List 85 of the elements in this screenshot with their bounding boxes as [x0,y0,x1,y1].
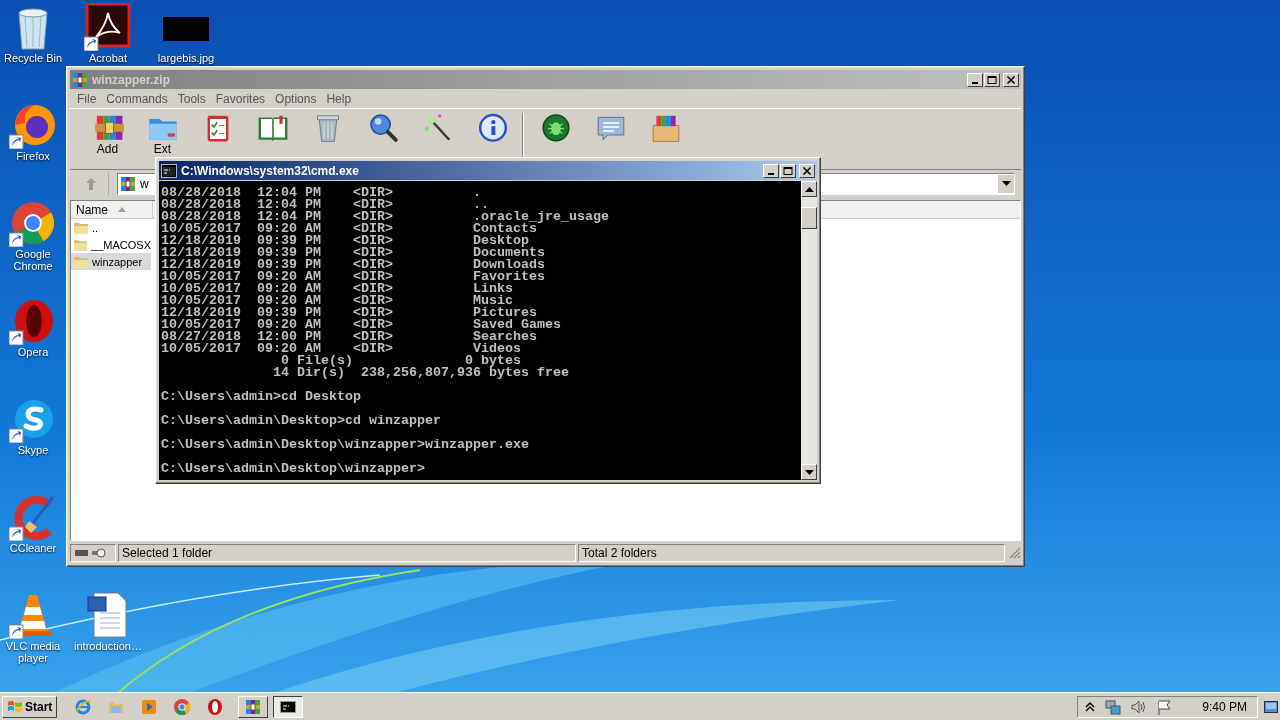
maximize-icon [782,165,794,176]
window-title: C:\Windows\system32\cmd.exe [181,163,360,178]
maximize-icon [986,74,998,85]
dropdown-arrow-icon [1001,181,1011,187]
desktop-shortcut[interactable]: largebis.jpg [150,3,222,64]
desktop-shortcut[interactable]: CCleaner [1,493,65,554]
console-line: 08/27/2018 12:00 PM <DIR> Searches [161,331,538,343]
window-title: winzapper.zip [92,72,171,87]
console-line: 08/28/2018 12:04 PM <DIR> . [161,187,482,199]
console-line: 10/05/2017 09:20 AM <DIR> Favorites [161,271,546,283]
desktop-shortcut[interactable]: Google Chrome [1,199,65,272]
scroll-up-icon [804,186,814,192]
console-line: 12/18/2019 09:39 PM <DIR> Pictures [161,307,537,319]
quick-launch-button[interactable] [173,697,192,716]
console-line: 10/05/2017 09:20 AM <DIR> Links [161,283,514,295]
close-button[interactable] [799,163,815,178]
console-line: C:\Users\admin\Desktop\winzapper>winzapper.exe [161,439,530,451]
file-row[interactable]: __MACOSX [71,236,151,253]
toolbar-button[interactable]: Ext [135,111,190,155]
minimize-icon [972,81,978,84]
console-line: 12/18/2019 09:39 PM <DIR> Downloads [161,259,546,271]
up-arrow-icon [84,177,98,191]
menu-item[interactable]: Help [321,91,357,106]
column-header[interactable]: Name [71,201,153,218]
console-icon [280,698,297,715]
quick-launch-button[interactable] [206,697,225,716]
opera-icon [206,697,225,716]
desktop-shortcut[interactable]: Opera [1,297,65,358]
network-icon [1104,698,1123,715]
start-button[interactable]: Start [2,695,58,718]
status-text: Selected 1 folder [118,544,576,562]
bug-icon [539,111,572,143]
console-line: C:\Users\admin\Desktop>cd winzapper [161,415,442,427]
console-line: 10/05/2017 09:20 AM <DIR> Saved Games [161,319,562,331]
desktop-shortcut[interactable]: Firefox [1,101,65,162]
console-line: 08/28/2018 12:04 PM <DIR> .. [161,199,489,211]
media-player-icon [140,697,159,716]
console-line: 10/05/2017 09:20 AM <DIR> Music [161,295,513,307]
status-text: Total 2 folders [578,544,1005,562]
scroll-thumb[interactable] [801,207,817,229]
resize-grip-icon [1009,547,1021,559]
desktop-shortcut[interactable]: Acrobat [72,3,144,64]
desktop-icon [1264,700,1278,713]
scroll-down-icon [804,469,814,475]
console-line: C:\Users\admin>cd Desktop [161,391,362,403]
maximize-button[interactable] [780,163,796,178]
console-line: C:\Users\admin\Desktop\winzapper> [161,463,426,475]
show-desktop-button[interactable] [1264,700,1278,713]
menu-item[interactable]: Tools [172,91,211,106]
info-icon [476,111,509,143]
minimize-icon [768,172,774,175]
console-line: 10/05/2017 09:20 AM <DIR> Videos [161,343,522,355]
close-icon [801,165,813,176]
console-line: 08/28/2018 12:04 PM <DIR> .oracle_jre_usage [161,211,610,223]
console-line: 12/18/2019 09:39 PM <DIR> Documents [161,247,546,259]
drive-icons [74,547,106,559]
close-button[interactable] [1003,72,1019,87]
console-line: 0 File(s) 0 bytes [280,355,521,367]
menu-item[interactable]: Commands [101,91,173,106]
desktop-shortcut[interactable]: Recycle Bin [1,3,65,64]
archive-icon [120,176,136,192]
scrollbar[interactable] [801,181,817,480]
quick-launch-button[interactable] [140,697,159,716]
menu-item[interactable]: Options [270,91,322,106]
taskbar-button[interactable] [273,695,304,718]
windows-logo-icon [7,699,23,714]
browser-e-icon [74,697,93,716]
maximize-button[interactable] [984,72,1000,87]
toolbar-button[interactable]: Add [80,111,135,155]
console-line: 14 Dir(s) 238,256,807,936 bytes free [271,367,570,379]
file-row[interactable]: .. [71,219,151,236]
minimize-button[interactable] [967,72,983,87]
chrome-icon [173,697,192,716]
console-line: 12/18/2019 09:39 PM <DIR> Desktop [161,235,529,247]
console-line: 10/05/2017 09:20 AM <DIR> Contacts [161,223,537,235]
menu-item[interactable]: File [72,91,102,106]
desktop-shortcut[interactable]: Skype [1,395,65,456]
clock[interactable]: 9:40 PM [1202,699,1247,714]
archive-icon [72,71,88,88]
menu-item[interactable]: Favorites [210,91,271,106]
archive-icon [245,698,262,715]
minimize-button[interactable] [763,163,779,178]
close-icon [1005,74,1017,85]
file-row[interactable]: winzapper [71,253,151,270]
console-icon [161,163,177,178]
